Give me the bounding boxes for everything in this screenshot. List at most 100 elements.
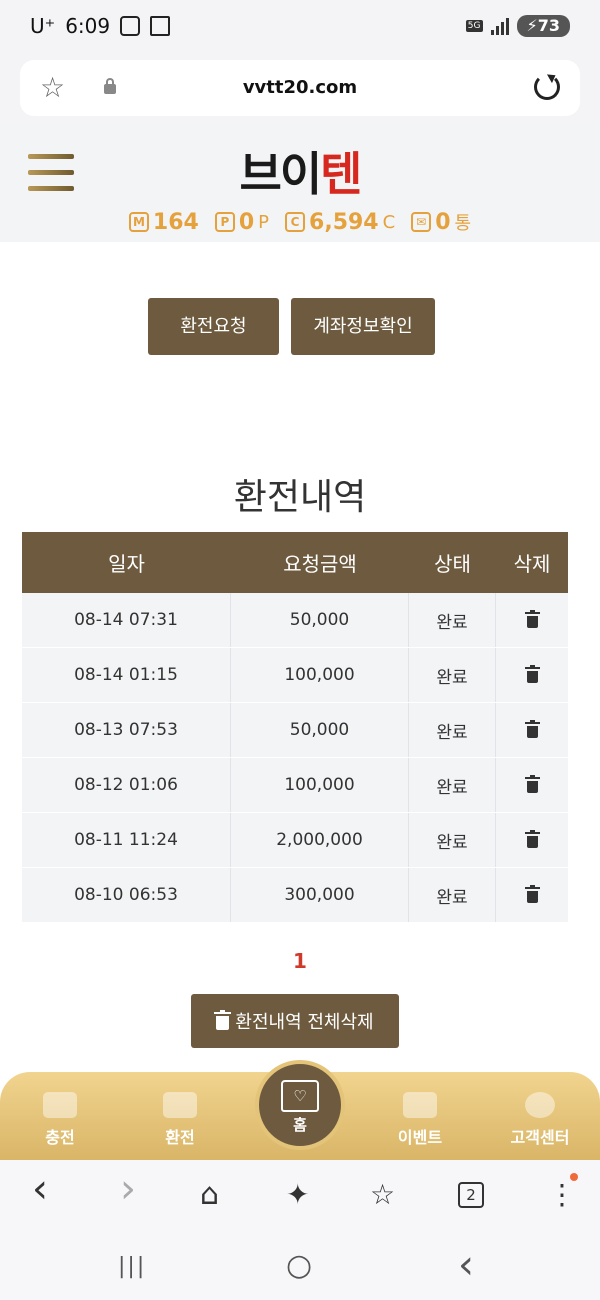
row-status: 완료 (409, 648, 496, 702)
signal-icon (490, 17, 509, 35)
clock: 6:09 (65, 14, 111, 38)
nav-charge[interactable]: 충전 (15, 1092, 105, 1148)
ai-assistant-icon[interactable]: ✦ (286, 1178, 309, 1212)
nav-charge-label: 충전 (45, 1128, 75, 1147)
coin-icon: C (285, 212, 306, 232)
gift-icon (403, 1092, 437, 1118)
recents-icon[interactable]: ||| (118, 1254, 146, 1279)
row-date: 08-10 06:53 (22, 868, 231, 922)
table-row: 08-14 07:31 50,000 완료 (22, 593, 568, 648)
site-logo[interactable]: 브이텐 (0, 138, 600, 204)
trash-icon[interactable] (524, 774, 540, 793)
trash-icon[interactable] (524, 884, 540, 903)
nav-support-label: 고객센터 (510, 1128, 570, 1147)
table-row: 08-12 01:06 100,000 완료 (22, 758, 568, 813)
pagination-current-page[interactable]: 1 (0, 949, 600, 973)
nav-home-button[interactable]: ♡ 홈 (255, 1060, 345, 1150)
url-text[interactable]: vvtt20.com (20, 77, 580, 98)
row-delete-cell[interactable] (496, 813, 568, 867)
nav-withdraw[interactable]: 환전 (135, 1092, 225, 1148)
withdraw-request-button[interactable]: 환전요청 (148, 298, 279, 355)
carrier-label: U⁺ (30, 14, 56, 38)
table-row: 08-10 06:53 300,000 완료 (22, 868, 568, 923)
row-status: 완료 (409, 593, 496, 647)
home-heart-icon: ♡ (281, 1080, 319, 1112)
more-menu-icon[interactable]: ⋮ (548, 1178, 576, 1212)
row-status: 완료 (409, 868, 496, 922)
trash-icon[interactable] (524, 609, 540, 628)
row-status: 완료 (409, 813, 496, 867)
row-amount: 2,000,000 (231, 813, 409, 867)
money-icon: M (128, 212, 149, 232)
money-balance[interactable]: M 164 (128, 209, 199, 235)
row-amount: 50,000 (231, 593, 409, 647)
battery-level: 73 (537, 16, 560, 35)
account-info-button[interactable]: 계좌정보확인 (291, 298, 435, 355)
status-left: U⁺ 6:09 (30, 14, 171, 38)
nav-support[interactable]: 고객센터 (495, 1092, 585, 1148)
message-unit: 통 (454, 213, 472, 234)
table-row: 08-13 07:53 50,000 완료 (22, 703, 568, 758)
table-header: 일자 요청금액 상태 삭제 (22, 532, 568, 593)
row-status: 완료 (409, 758, 496, 812)
message-count[interactable]: ✉ 0 통 (411, 209, 471, 235)
row-delete-cell[interactable] (496, 758, 568, 812)
money-value: 164 (152, 209, 199, 235)
point-balance[interactable]: P 0 P (214, 209, 270, 235)
row-amount: 300,000 (231, 868, 409, 922)
row-date: 08-12 01:06 (22, 758, 231, 812)
system-home-icon[interactable]: ○ (286, 1248, 312, 1283)
battery-indicator: ⚡73 (516, 15, 570, 37)
reload-icon[interactable] (534, 74, 560, 100)
bookmarks-icon[interactable]: ☆ (370, 1178, 395, 1212)
address-bar[interactable]: ☆ vvtt20.com (20, 60, 580, 116)
headset-icon (525, 1092, 555, 1118)
delete-all-history-button[interactable]: 환전내역 전체삭제 (191, 994, 399, 1048)
notification-dot (570, 1173, 578, 1181)
home-icon[interactable]: ⌂ (200, 1178, 219, 1212)
forward-icon[interactable]: › (120, 1169, 136, 1209)
table-row: 08-14 01:15 100,000 완료 (22, 648, 568, 703)
nav-event[interactable]: 이벤트 (375, 1092, 465, 1148)
message-value: 0 (435, 209, 451, 235)
back-icon[interactable]: ‹ (32, 1169, 48, 1209)
row-delete-cell[interactable] (496, 868, 568, 922)
nav-event-label: 이벤트 (397, 1128, 443, 1147)
trash-icon[interactable] (524, 829, 540, 848)
trash-icon[interactable] (524, 719, 540, 738)
user-points-bar: M 164 P 0 P C 6,594 C ✉ 0 통 (0, 209, 600, 235)
wallet-icon (163, 1092, 197, 1118)
nav-withdraw-label: 환전 (165, 1128, 195, 1147)
logo-main: 브이 (239, 147, 323, 201)
row-amount: 100,000 (231, 648, 409, 702)
delete-all-label: 환전내역 전체삭제 (235, 1012, 374, 1033)
trash-icon[interactable] (524, 664, 540, 683)
nav-home-label: 홈 (293, 1116, 307, 1134)
header-delete: 삭제 (513, 552, 551, 576)
point-unit: P (258, 211, 270, 233)
coin-balance[interactable]: C 6,594 C (285, 210, 395, 235)
site-header: 브이텐 M 164 P 0 P C 6,594 C ✉ 0 통 (0, 124, 600, 242)
row-amount: 100,000 (231, 758, 409, 812)
row-amount: 50,000 (231, 703, 409, 757)
row-delete-cell[interactable] (496, 703, 568, 757)
trash-icon (214, 1009, 232, 1030)
logo-accent: 텐 (320, 147, 362, 201)
address-bar-area: ☆ vvtt20.com (0, 56, 600, 124)
system-back-icon[interactable]: ‹ (458, 1242, 474, 1288)
row-status: 완료 (409, 703, 496, 757)
point-value: 0 (238, 209, 255, 235)
message-icon: ✉ (411, 212, 432, 232)
system-navigation-bar: ||| ○ ‹ (0, 1232, 600, 1300)
screenshot-icon (120, 16, 141, 36)
withdraw-history-table: 일자 요청금액 상태 삭제 08-14 07:31 50,000 완료 08-1… (22, 532, 568, 923)
tabs-icon[interactable]: 2 (458, 1182, 484, 1208)
coin-unit: C (382, 211, 396, 233)
vpn-icon (150, 16, 171, 36)
row-date: 08-14 01:15 (22, 648, 231, 702)
row-delete-cell[interactable] (496, 593, 568, 647)
row-delete-cell[interactable] (496, 648, 568, 702)
status-right: 5G ⚡73 (465, 15, 570, 37)
page-title: 환전내역 (233, 477, 367, 518)
row-date: 08-13 07:53 (22, 703, 231, 757)
